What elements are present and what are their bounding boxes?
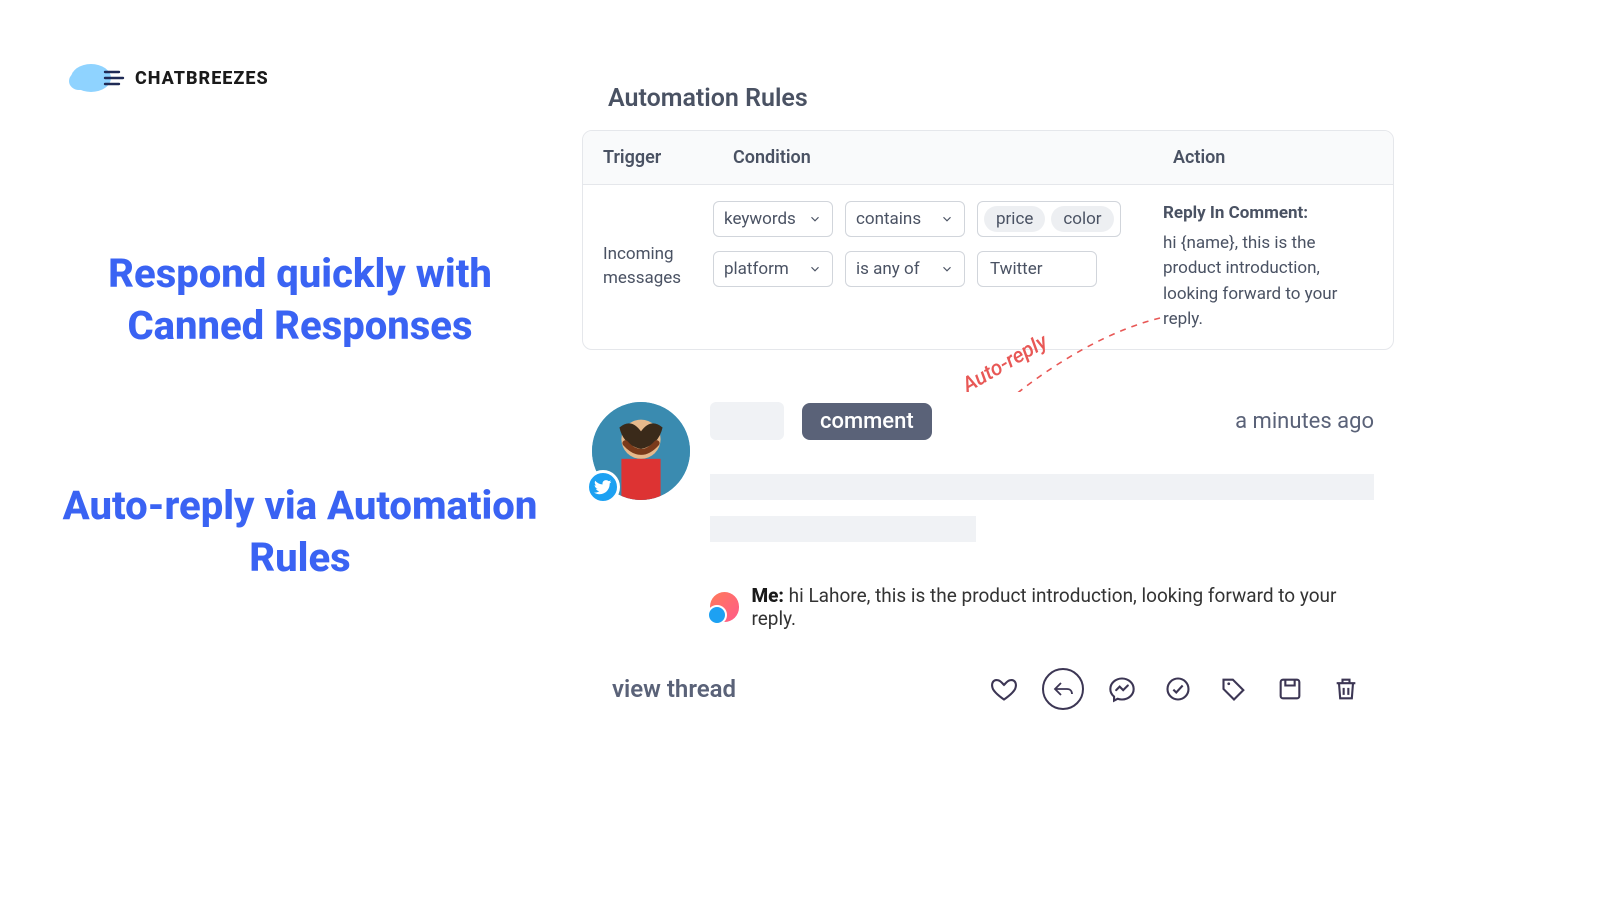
trash-icon[interactable]	[1328, 671, 1364, 707]
auto-reply-row: Me: hi Lahore, this is the product intro…	[710, 584, 1374, 630]
comment-line-placeholder	[710, 474, 1374, 500]
reply-icon[interactable]	[1042, 668, 1084, 710]
check-circle-icon[interactable]	[1160, 671, 1196, 707]
comment-avatar	[592, 402, 690, 500]
condition-field-select[interactable]: keywords	[713, 201, 833, 237]
save-icon[interactable]	[1272, 671, 1308, 707]
col-header-action: Action	[1153, 131, 1393, 184]
condition-op-select[interactable]: contains	[845, 201, 965, 237]
rules-header: Trigger Condition Action	[583, 131, 1393, 185]
comment-type-badge: comment	[802, 403, 932, 440]
headline-canned-responses: Respond quickly with Canned Responses	[60, 248, 540, 352]
comment-card: comment a minutes ago Me: hi Lahore, thi…	[582, 392, 1394, 728]
action-cell: Reply In Comment: hi {name}, this is the…	[1153, 201, 1393, 333]
condition-values-input[interactable]: price color	[977, 201, 1121, 237]
chevron-down-icon	[940, 262, 954, 276]
twitter-icon	[586, 470, 620, 504]
automation-rules-card: Trigger Condition Action Incoming messag…	[582, 130, 1394, 350]
chevron-down-icon	[808, 262, 822, 276]
automation-rules-title: Automation Rules	[608, 84, 808, 113]
col-header-trigger: Trigger	[583, 131, 713, 184]
condition-op-select[interactable]: is any of	[845, 251, 965, 287]
condition-cell: keywords contains price color platform	[713, 201, 1153, 333]
comment-time: a minutes ago	[1235, 409, 1374, 434]
tag-icon[interactable]	[1216, 671, 1252, 707]
chevron-down-icon	[808, 212, 822, 226]
keyword-pill[interactable]: price	[984, 206, 1045, 232]
comment-line-placeholder	[710, 516, 976, 542]
auto-reply-text: Me: hi Lahore, this is the product intro…	[751, 584, 1374, 630]
view-thread-link[interactable]: view thread	[612, 675, 736, 703]
app-logo: CHATBREEZES	[67, 62, 269, 94]
logo-cloud-icon	[67, 62, 127, 94]
author-name-placeholder	[710, 402, 784, 440]
headline-auto-reply: Auto-reply via Automation Rules	[60, 480, 540, 584]
logo-text: CHATBREEZES	[135, 68, 269, 89]
action-body: hi {name}, this is the product introduct…	[1163, 231, 1373, 333]
heart-icon[interactable]	[986, 671, 1022, 707]
action-heading: Reply In Comment:	[1163, 201, 1373, 227]
col-header-condition: Condition	[713, 131, 1153, 184]
comment-actions	[986, 668, 1364, 710]
condition-field-select[interactable]: platform	[713, 251, 833, 287]
rules-body: Incoming messages keywords contains pric…	[583, 185, 1393, 349]
chevron-down-icon	[940, 212, 954, 226]
trigger-cell: Incoming messages	[583, 201, 713, 333]
self-avatar	[710, 592, 739, 622]
messenger-icon[interactable]	[1104, 671, 1140, 707]
condition-value-input[interactable]: Twitter	[977, 251, 1097, 287]
keyword-pill[interactable]: color	[1051, 206, 1113, 232]
